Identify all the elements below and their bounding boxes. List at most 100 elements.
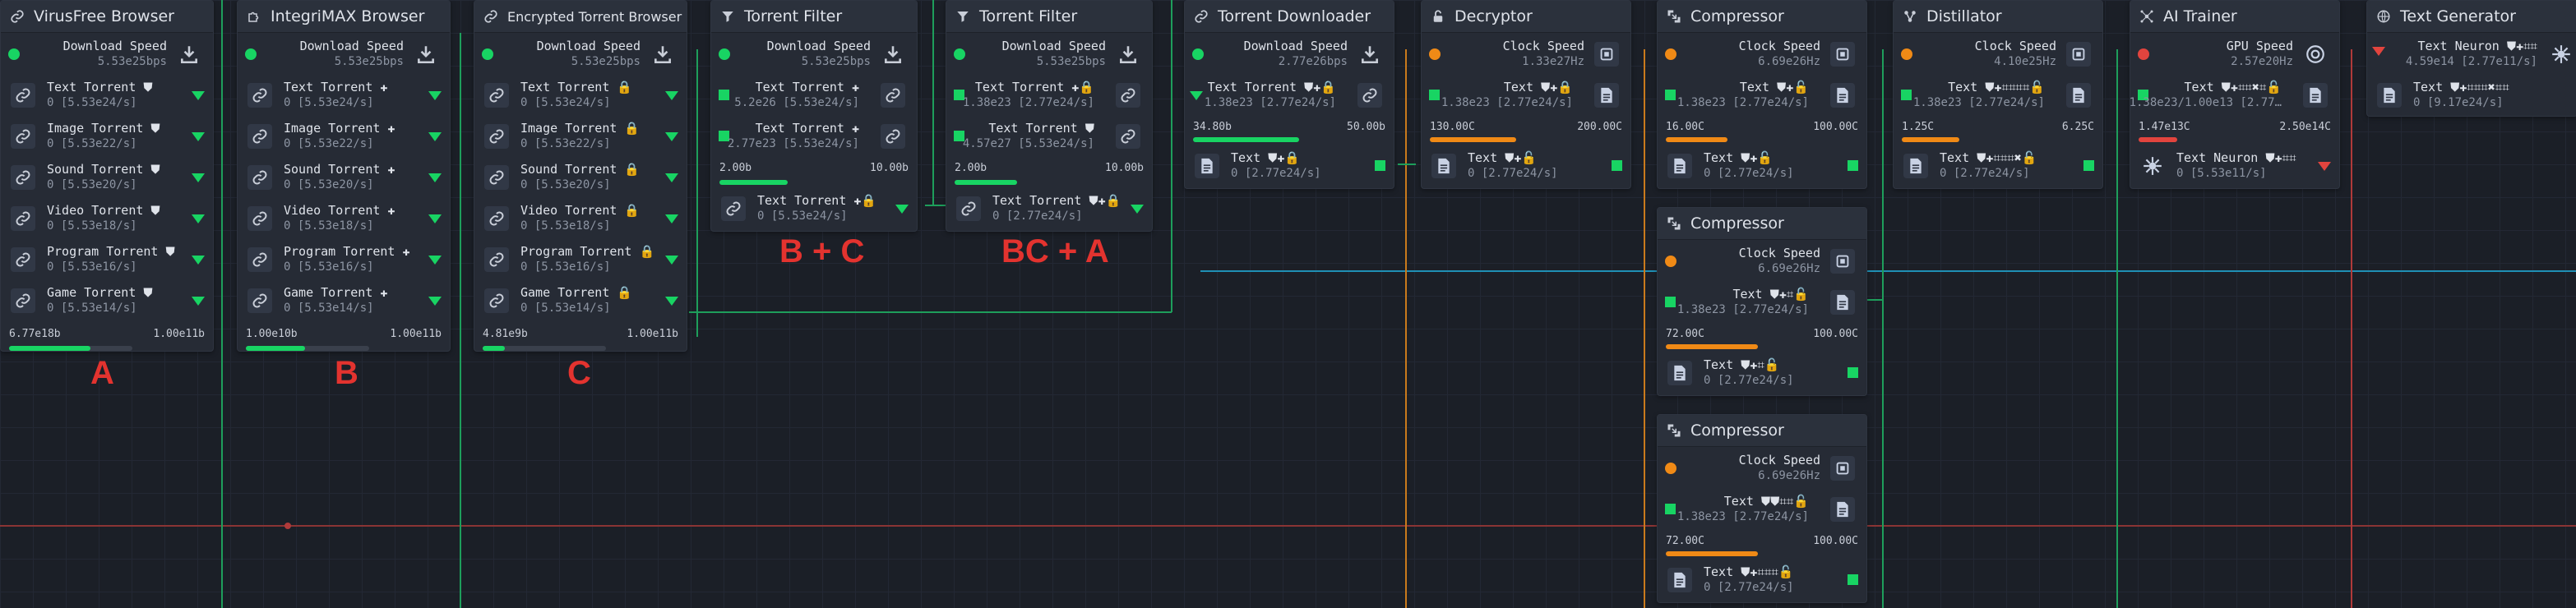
document-icon[interactable] bbox=[1195, 154, 1219, 178]
node-title-bar[interactable]: Distillator bbox=[1894, 1, 2102, 33]
link-icon[interactable] bbox=[11, 83, 35, 108]
output-port[interactable] bbox=[665, 297, 678, 306]
document-icon[interactable] bbox=[1830, 497, 1855, 522]
node-title-bar[interactable]: AI Trainer bbox=[2130, 1, 2339, 33]
node-ai-trainer[interactable]: AI Trainer GPU Speed 2.57e20Hz Text ⛊✚⌗⌗… bbox=[2130, 0, 2340, 189]
link-icon[interactable] bbox=[247, 124, 272, 149]
link-icon[interactable] bbox=[247, 165, 272, 190]
node-text-generator[interactable]: Text Generator Text Neuron ⛊✚⌗⌗ 4.59e14 … bbox=[2366, 0, 2576, 117]
node-title-bar[interactable]: Compressor bbox=[1658, 1, 1866, 33]
cpu-icon[interactable] bbox=[1830, 249, 1855, 274]
output-port[interactable] bbox=[665, 91, 678, 100]
output-port[interactable] bbox=[428, 214, 442, 223]
document-icon[interactable] bbox=[2066, 83, 2091, 108]
input-port[interactable] bbox=[719, 90, 729, 100]
power-port[interactable] bbox=[8, 48, 20, 60]
cpu-icon[interactable] bbox=[1830, 456, 1855, 481]
power-port[interactable] bbox=[1429, 48, 1441, 60]
link-icon[interactable] bbox=[484, 288, 509, 313]
download-icon[interactable] bbox=[1357, 42, 1382, 67]
output-port[interactable] bbox=[1848, 574, 1858, 585]
output-port[interactable] bbox=[665, 173, 678, 182]
node-integrimax-browser[interactable]: IntegriMAX Browser Download Speed 5.53e2… bbox=[237, 0, 451, 352]
document-icon[interactable] bbox=[2303, 83, 2328, 108]
output-port[interactable] bbox=[428, 91, 442, 100]
output-port[interactable] bbox=[192, 173, 205, 182]
power-port[interactable] bbox=[1665, 256, 1676, 267]
link-icon[interactable] bbox=[484, 206, 509, 231]
document-icon[interactable] bbox=[2377, 83, 2402, 108]
output-port[interactable] bbox=[1375, 160, 1385, 171]
input-port[interactable] bbox=[1429, 90, 1440, 100]
power-port[interactable] bbox=[245, 48, 257, 60]
link-icon[interactable] bbox=[484, 247, 509, 272]
link-icon[interactable] bbox=[956, 196, 981, 221]
link-icon[interactable] bbox=[484, 165, 509, 190]
link-icon[interactable] bbox=[247, 247, 272, 272]
input-port[interactable] bbox=[1665, 297, 1676, 307]
gpu-icon[interactable] bbox=[2303, 42, 2328, 67]
node-title-bar[interactable]: Compressor bbox=[1658, 415, 1866, 447]
link-icon[interactable] bbox=[1357, 83, 1382, 108]
document-icon[interactable] bbox=[1667, 568, 1692, 592]
link-icon[interactable] bbox=[11, 124, 35, 149]
node-torrent-filter-1[interactable]: Torrent Filter Download Speed 5.53e25bps… bbox=[710, 0, 918, 232]
output-port[interactable] bbox=[665, 214, 678, 223]
link-icon[interactable] bbox=[721, 196, 746, 221]
link-icon[interactable] bbox=[1116, 83, 1140, 108]
node-distillator[interactable]: Distillator Clock Speed 4.10e25Hz Text ⛊… bbox=[1893, 0, 2103, 189]
link-icon[interactable] bbox=[247, 83, 272, 108]
node-torrent-downloader[interactable]: Torrent Downloader Download Speed 2.77e2… bbox=[1184, 0, 1394, 189]
document-icon[interactable] bbox=[1667, 154, 1692, 178]
node-encrypted-browser[interactable]: Encrypted Torrent Browser Download Speed… bbox=[474, 0, 687, 352]
output-port[interactable] bbox=[1131, 205, 1144, 214]
input-port[interactable] bbox=[1665, 90, 1676, 100]
node-title-bar[interactable]: Decryptor bbox=[1422, 1, 1630, 33]
node-title-bar[interactable]: Torrent Downloader bbox=[1185, 1, 1394, 33]
output-port[interactable] bbox=[428, 132, 442, 141]
document-icon[interactable] bbox=[1431, 154, 1456, 178]
power-port[interactable] bbox=[1901, 48, 1912, 60]
download-icon[interactable] bbox=[177, 42, 201, 67]
output-port[interactable] bbox=[428, 297, 442, 306]
power-port[interactable] bbox=[1665, 48, 1676, 60]
input-port[interactable] bbox=[1665, 504, 1676, 514]
output-port[interactable] bbox=[1848, 160, 1858, 171]
output-port[interactable] bbox=[1848, 367, 1858, 378]
node-compressor2[interactable]: Compressor Clock Speed 6.69e26Hz Text ⛊✚⌗🔓 1… bbox=[1657, 207, 1867, 396]
cpu-icon[interactable] bbox=[1594, 42, 1619, 67]
node-title-bar[interactable]: Compressor bbox=[1658, 208, 1866, 240]
node-title-bar[interactable]: VirusFree Browser bbox=[1, 1, 213, 33]
output-port[interactable] bbox=[2083, 160, 2094, 171]
node-virusfree-browser[interactable]: VirusFree Browser Download Speed 5.53e25… bbox=[0, 0, 214, 352]
output-port[interactable] bbox=[665, 256, 678, 265]
output-port[interactable] bbox=[895, 205, 909, 214]
node-title-bar[interactable]: Torrent Filter bbox=[711, 1, 917, 33]
link-icon[interactable] bbox=[247, 288, 272, 313]
document-icon[interactable] bbox=[1830, 290, 1855, 315]
link-icon[interactable] bbox=[881, 83, 905, 108]
neuron-icon[interactable] bbox=[2140, 154, 2165, 178]
neuron-icon[interactable] bbox=[2549, 42, 2574, 67]
output-port[interactable] bbox=[428, 173, 442, 182]
node-torrent-filter-2[interactable]: Torrent Filter Download Speed 5.53e25bps… bbox=[946, 0, 1153, 232]
input-port[interactable] bbox=[1190, 91, 1203, 100]
output-port[interactable] bbox=[192, 132, 205, 141]
output-port[interactable] bbox=[192, 214, 205, 223]
power-port[interactable] bbox=[1665, 463, 1676, 474]
power-port[interactable] bbox=[954, 48, 965, 60]
node-title-bar[interactable]: Text Generator bbox=[2367, 1, 2576, 33]
document-icon[interactable] bbox=[1594, 83, 1619, 108]
node-compressor1[interactable]: Compressor Clock Speed 6.69e26Hz Text ⛊✚🔓 1.… bbox=[1657, 0, 1867, 189]
cpu-icon[interactable] bbox=[1830, 42, 1855, 67]
node-title-bar[interactable]: Torrent Filter bbox=[946, 1, 1152, 33]
output-port[interactable] bbox=[192, 256, 205, 265]
output-port[interactable] bbox=[1612, 160, 1622, 171]
link-icon[interactable] bbox=[11, 206, 35, 231]
download-icon[interactable] bbox=[414, 42, 438, 67]
link-icon[interactable] bbox=[881, 124, 905, 149]
input-port[interactable] bbox=[2372, 47, 2385, 56]
graph-canvas[interactable]: VirusFree Browser Download Speed 5.53e25… bbox=[0, 0, 2576, 608]
link-icon[interactable] bbox=[484, 83, 509, 108]
download-icon[interactable] bbox=[881, 42, 905, 67]
